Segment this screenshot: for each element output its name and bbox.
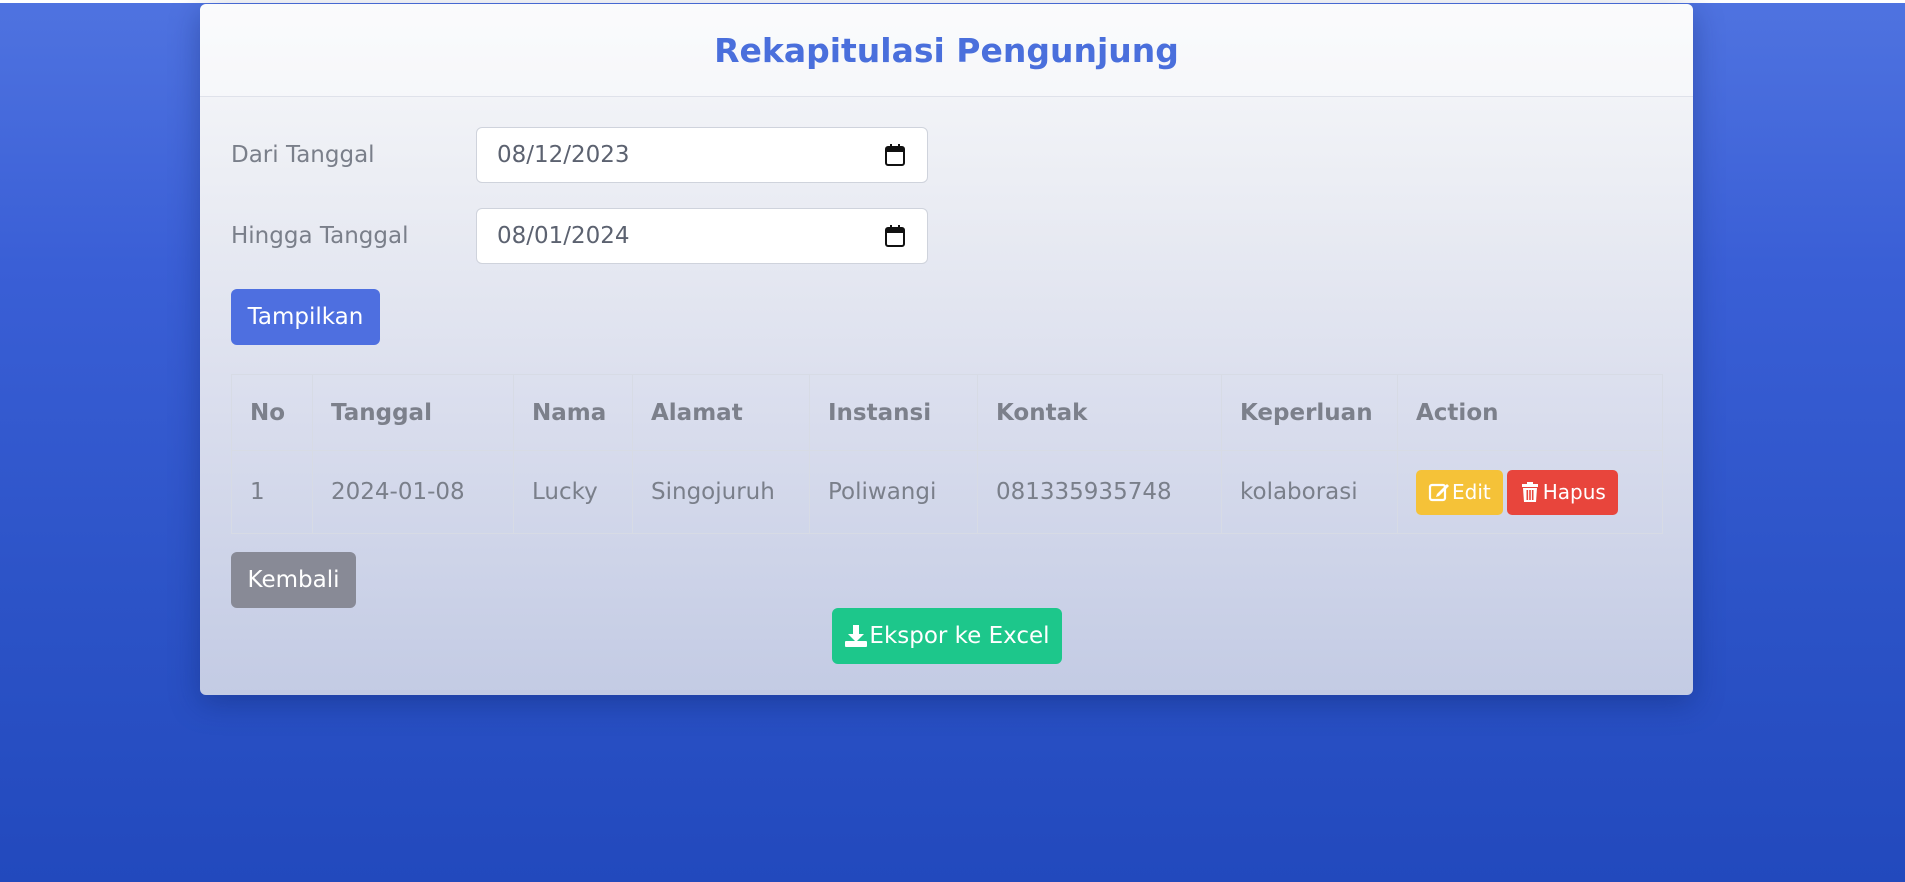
- table-header-row: No Tanggal Nama Alamat Instansi Kontak K…: [231, 374, 1663, 451]
- cell-tanggal: 2024-01-08: [312, 450, 514, 534]
- export-label: Ekspor ke Excel: [869, 623, 1050, 649]
- column-header: Tanggal: [312, 374, 514, 451]
- column-header: Action: [1397, 374, 1663, 451]
- calendar-icon[interactable]: [885, 144, 905, 166]
- cell-nama: Lucky: [513, 450, 633, 534]
- from-date-value: 08/12/2023: [497, 142, 630, 168]
- to-date-label: Hingga Tanggal: [231, 223, 409, 249]
- edit-button[interactable]: Edit: [1416, 469, 1503, 515]
- top-border-line: [0, 0, 1905, 3]
- recap-card: Rekapitulasi Pengunjung Dari Tanggal 08/…: [200, 4, 1693, 695]
- column-header: Instansi: [809, 374, 978, 451]
- column-header: Alamat: [632, 374, 810, 451]
- page-title: Rekapitulasi Pengunjung: [714, 30, 1179, 70]
- calendar-icon[interactable]: [885, 225, 905, 247]
- to-date-value: 08/01/2024: [497, 223, 630, 249]
- column-header: No: [231, 374, 313, 451]
- download-icon: [845, 625, 868, 647]
- to-date-row: Hingga Tanggal 08/01/2024: [231, 208, 928, 264]
- column-header: Nama: [513, 374, 633, 451]
- visitor-table: No Tanggal Nama Alamat Instansi Kontak K…: [231, 374, 1663, 534]
- delete-button[interactable]: Hapus: [1506, 469, 1618, 515]
- cell-instansi: Poliwangi: [809, 450, 978, 534]
- cell-kontak: 081335935748: [977, 450, 1222, 534]
- column-header: Kontak: [977, 374, 1222, 451]
- cell-keperluan: kolaborasi: [1221, 450, 1398, 534]
- table-row: 1 2024-01-08 Lucky Singojuruh Poliwangi …: [231, 450, 1663, 534]
- edit-label: Edit: [1452, 480, 1491, 504]
- back-button[interactable]: Kembali: [231, 552, 356, 608]
- show-button[interactable]: Tampilkan: [231, 289, 380, 345]
- to-date-input[interactable]: 08/01/2024: [476, 208, 928, 264]
- from-date-input[interactable]: 08/12/2023: [476, 127, 928, 183]
- card-header: Rekapitulasi Pengunjung: [200, 4, 1693, 97]
- trash-icon: [1521, 482, 1538, 502]
- cell-action: Edit Hapus: [1397, 450, 1663, 534]
- export-excel-button[interactable]: Ekspor ke Excel: [832, 608, 1062, 664]
- cell-no: 1: [231, 450, 313, 534]
- cell-alamat: Singojuruh: [632, 450, 810, 534]
- from-date-label: Dari Tanggal: [231, 142, 375, 168]
- column-header: Keperluan: [1221, 374, 1398, 451]
- from-date-row: Dari Tanggal 08/12/2023: [231, 127, 928, 183]
- delete-label: Hapus: [1542, 480, 1606, 504]
- edit-icon: [1428, 483, 1449, 502]
